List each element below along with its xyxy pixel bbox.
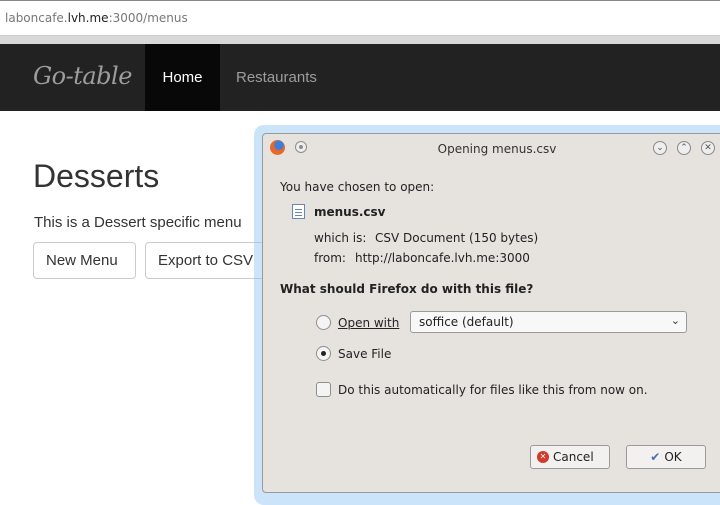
url-text[interactable]: laboncafe.lvh.me:3000/menus: [5, 11, 188, 25]
from-url: http://laboncafe.lvh.me:3000: [355, 251, 530, 265]
application-select-value: soffice (default): [419, 315, 514, 329]
toolbar-strip: [0, 36, 720, 44]
minimize-icon[interactable]: ⌄: [653, 141, 667, 155]
nav-item-restaurants[interactable]: Restaurants: [236, 44, 317, 111]
auto-action-checkbox[interactable]: [316, 382, 331, 397]
which-is-label: which is:: [314, 231, 367, 245]
dialog-title: Opening menus.csv: [437, 142, 557, 156]
opening-file-dialog: Opening menus.csv ⌄ ⌃ ✕ You have chosen …: [262, 133, 720, 493]
nav-item-home[interactable]: Home: [145, 44, 220, 111]
checkmark-icon: ✔: [650, 450, 661, 464]
file-name: menus.csv: [314, 205, 386, 219]
open-with-radio[interactable]: [316, 315, 331, 330]
ok-label: OK: [664, 450, 682, 464]
ok-button[interactable]: ✔ OK: [626, 445, 706, 469]
page-description: This is a Dessert specific menu: [34, 214, 242, 231]
file-type: CSV Document (150 bytes): [375, 231, 539, 245]
application-select[interactable]: soffice (default) ⌄: [410, 311, 687, 333]
open-with-label[interactable]: Open with: [338, 316, 399, 330]
maximize-icon[interactable]: ⌃: [677, 141, 691, 155]
intro-text: You have chosen to open:: [280, 180, 435, 194]
dialog-titlebar[interactable]: Opening menus.csv ⌄ ⌃ ✕: [263, 134, 720, 162]
page-title: Desserts: [33, 158, 160, 194]
cancel-icon: ✕: [537, 451, 549, 463]
auto-action-label[interactable]: Do this automatically for files like thi…: [338, 383, 648, 397]
brand-logo[interactable]: Go-table: [33, 62, 132, 90]
cancel-label: Cancel: [553, 450, 594, 464]
cancel-button[interactable]: ✕ Cancel: [530, 445, 610, 469]
save-file-radio[interactable]: [316, 346, 331, 361]
document-icon: [292, 204, 305, 219]
from-label: from:: [314, 251, 346, 265]
question-text: What should Firefox do with this file?: [280, 282, 534, 296]
close-icon[interactable]: ✕: [701, 141, 715, 155]
address-bar[interactable]: laboncafe.lvh.me:3000/menus: [0, 0, 720, 36]
chevron-down-icon: ⌄: [670, 314, 680, 327]
new-menu-button[interactable]: New Menu: [33, 242, 136, 279]
save-file-label[interactable]: Save File: [338, 347, 391, 361]
